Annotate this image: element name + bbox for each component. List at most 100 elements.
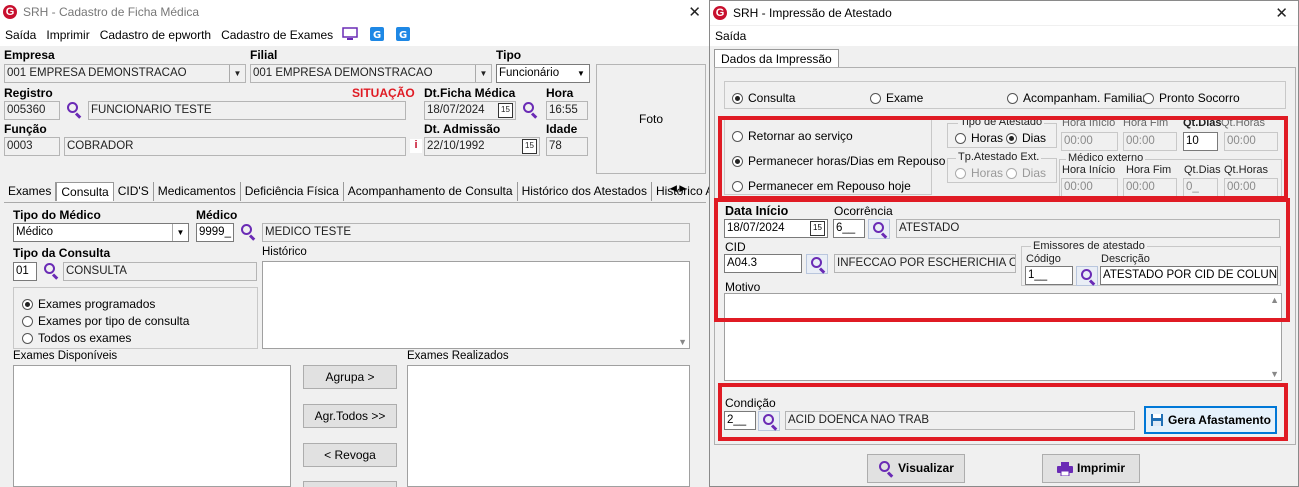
historico-label: Histórico	[262, 246, 307, 258]
highlight-box-form	[714, 198, 1290, 322]
radio-exames-programados[interactable]: Exames programados	[22, 297, 155, 311]
menu-epworth[interactable]: Cadastro de epworth	[95, 28, 216, 42]
printer-icon	[1056, 461, 1073, 476]
consulta-cod-field[interactable]: 01	[13, 262, 37, 281]
filial-select[interactable]: 001 EMPRESA DEMONSTRACAO ▼	[250, 64, 492, 83]
tipo-label: Tipo	[496, 48, 522, 62]
historico-textarea[interactable]: ▼	[262, 261, 690, 349]
idade-field: 78	[546, 137, 588, 156]
funcionario-nome-field: FUNCIONARIO TESTE	[88, 101, 406, 120]
tab-deficiencia[interactable]: Deficiência Física	[241, 182, 344, 201]
radio-exames-tipo-consulta[interactable]: Exames por tipo de consulta	[22, 314, 189, 328]
search-icon[interactable]	[66, 102, 82, 119]
search-icon[interactable]	[522, 102, 538, 119]
idade-label: Idade	[546, 122, 578, 136]
registro-field[interactable]: 005360	[4, 101, 60, 120]
medico-nome-field: MEDICO TESTE	[262, 223, 690, 242]
radio-exame[interactable]: Exame	[870, 91, 923, 105]
radio-todos-exames[interactable]: Todos os exames	[22, 331, 131, 345]
menu-saida[interactable]: Saída	[0, 28, 41, 42]
scroll-down-icon[interactable]: ▼	[678, 337, 687, 347]
menu-cadastro-exames[interactable]: Cadastro de Exames	[216, 28, 338, 42]
tipo-consulta-label: Tipo da Consulta	[13, 246, 111, 260]
search-icon	[878, 460, 894, 478]
left-title-bar: G SRH - Cadastro de Ficha Médica ✕	[0, 0, 709, 24]
visualizar-button[interactable]: Visualizar	[867, 454, 965, 483]
app-logo-icon: G	[3, 5, 17, 19]
exames-disponiveis-list[interactable]	[13, 365, 291, 487]
hora-field[interactable]: 16:55	[546, 101, 588, 120]
radio-label: Pronto Socorro	[1159, 91, 1240, 105]
tab-medicamentos[interactable]: Medicamentos	[154, 182, 241, 201]
close-icon[interactable]: ✕	[1275, 4, 1288, 22]
tab-exames[interactable]: Exames	[4, 182, 57, 201]
svg-text:G: G	[399, 30, 407, 41]
imprimir-label: Imprimir	[1076, 461, 1125, 475]
photo-box[interactable]: Foto	[596, 64, 706, 174]
funcao-cod-field[interactable]: 0003	[4, 137, 60, 156]
tipo-medico-value: Médico	[16, 226, 54, 238]
consulta-desc-field: CONSULTA	[63, 262, 257, 281]
tipo-select[interactable]: Funcionário ▼	[496, 64, 590, 83]
empresa-select[interactable]: 001 EMPRESA DEMONSTRACAO ▼	[4, 64, 246, 83]
tab-historico-atestados[interactable]: Histórico dos Atestados	[518, 182, 652, 201]
highlight-box-condicao	[718, 383, 1288, 441]
foto-label: Foto	[638, 112, 663, 126]
revoga-button[interactable]: < Revoga	[303, 443, 397, 467]
radio-label: Exame	[886, 91, 924, 105]
medico-cod-field[interactable]: 9999_	[196, 223, 234, 242]
chevron-down-icon: ▼	[172, 224, 188, 241]
right-window-title: SRH - Impressão de Atestado	[733, 6, 892, 20]
monitor-icon[interactable]	[338, 26, 362, 44]
radio-label: Exames programados	[38, 297, 156, 311]
dt-ficha-label: Dt.Ficha Médica	[424, 86, 516, 100]
tab-acompanhamento[interactable]: Acompanhamento de Consulta	[344, 182, 518, 201]
left-tabs: Exames Consulta CID'S Medicamentos Defic…	[4, 182, 709, 201]
exames-realizados-label: Exames Realizados	[407, 350, 509, 362]
impressao-atestado-window: G SRH - Impressão de Atestado ✕ Saída Da…	[709, 0, 1299, 487]
imprimir-button[interactable]: Imprimir	[1042, 454, 1140, 483]
radio-acompanhamento-familiar[interactable]: Acompanham. Familiar	[1007, 91, 1146, 105]
info-icon[interactable]: i	[410, 139, 422, 153]
calendar-icon[interactable]: 15	[498, 103, 513, 118]
filial-value: 001 EMPRESA DEMONSTRACAO	[253, 67, 433, 79]
dt-ficha-field[interactable]: 18/07/2024 15	[424, 101, 516, 120]
medico-label: Médico	[196, 208, 238, 222]
search-icon[interactable]	[240, 224, 256, 241]
exames-realizados-list[interactable]	[407, 365, 690, 487]
situacao-label: SITUAÇÃO	[352, 86, 415, 100]
dt-ficha-value: 18/07/2024	[427, 104, 485, 116]
dt-admissao-field[interactable]: 22/10/1992 15	[424, 137, 540, 156]
empresa-value: 001 EMPRESA DEMONSTRACAO	[7, 67, 187, 79]
more-button[interactable]	[303, 481, 397, 487]
radio-label: Todos os exames	[38, 331, 132, 345]
agrupa-button[interactable]: Agrupa >	[303, 365, 397, 389]
calendar-icon[interactable]: 15	[522, 139, 537, 154]
visualizar-label: Visualizar	[898, 461, 954, 475]
svg-text:G: G	[373, 30, 381, 41]
funcao-desc-field: COBRADOR	[64, 137, 406, 156]
radio-pronto-socorro[interactable]: Pronto Socorro	[1143, 91, 1240, 105]
agrupa-todos-button[interactable]: Agr.Todos >>	[303, 404, 397, 428]
chevron-down-icon: ▼	[573, 65, 589, 82]
scroll-down-icon[interactable]: ▼	[1270, 369, 1279, 379]
tipo-value: Funcionário	[499, 67, 560, 79]
tab-cids[interactable]: CID'S	[114, 182, 154, 201]
empresa-label: Empresa	[4, 48, 55, 62]
menu-imprimir[interactable]: Imprimir	[41, 28, 94, 42]
close-icon[interactable]: ✕	[688, 3, 701, 21]
search-icon[interactable]	[43, 263, 59, 280]
menu-saida-right[interactable]: Saída	[710, 29, 751, 43]
radio-label: Acompanham. Familiar	[1023, 91, 1147, 105]
exames-disponiveis-label: Exames Disponíveis	[13, 350, 118, 362]
tipo-medico-select[interactable]: Médico ▼	[13, 223, 189, 242]
g-app-icon-2[interactable]: G	[392, 26, 414, 44]
tab-scroll-arrows[interactable]: ◀ ▶	[670, 183, 686, 194]
hora-label: Hora	[546, 86, 574, 100]
tab-dados-impressao[interactable]: Dados da Impressão	[714, 49, 839, 68]
g-app-icon[interactable]: G	[362, 26, 392, 44]
tab-consulta[interactable]: Consulta	[56, 182, 114, 201]
app-logo-icon: G	[713, 6, 727, 20]
radio-consulta[interactable]: Consulta	[732, 91, 795, 105]
tipo-medico-label: Tipo do Médico	[13, 208, 101, 222]
